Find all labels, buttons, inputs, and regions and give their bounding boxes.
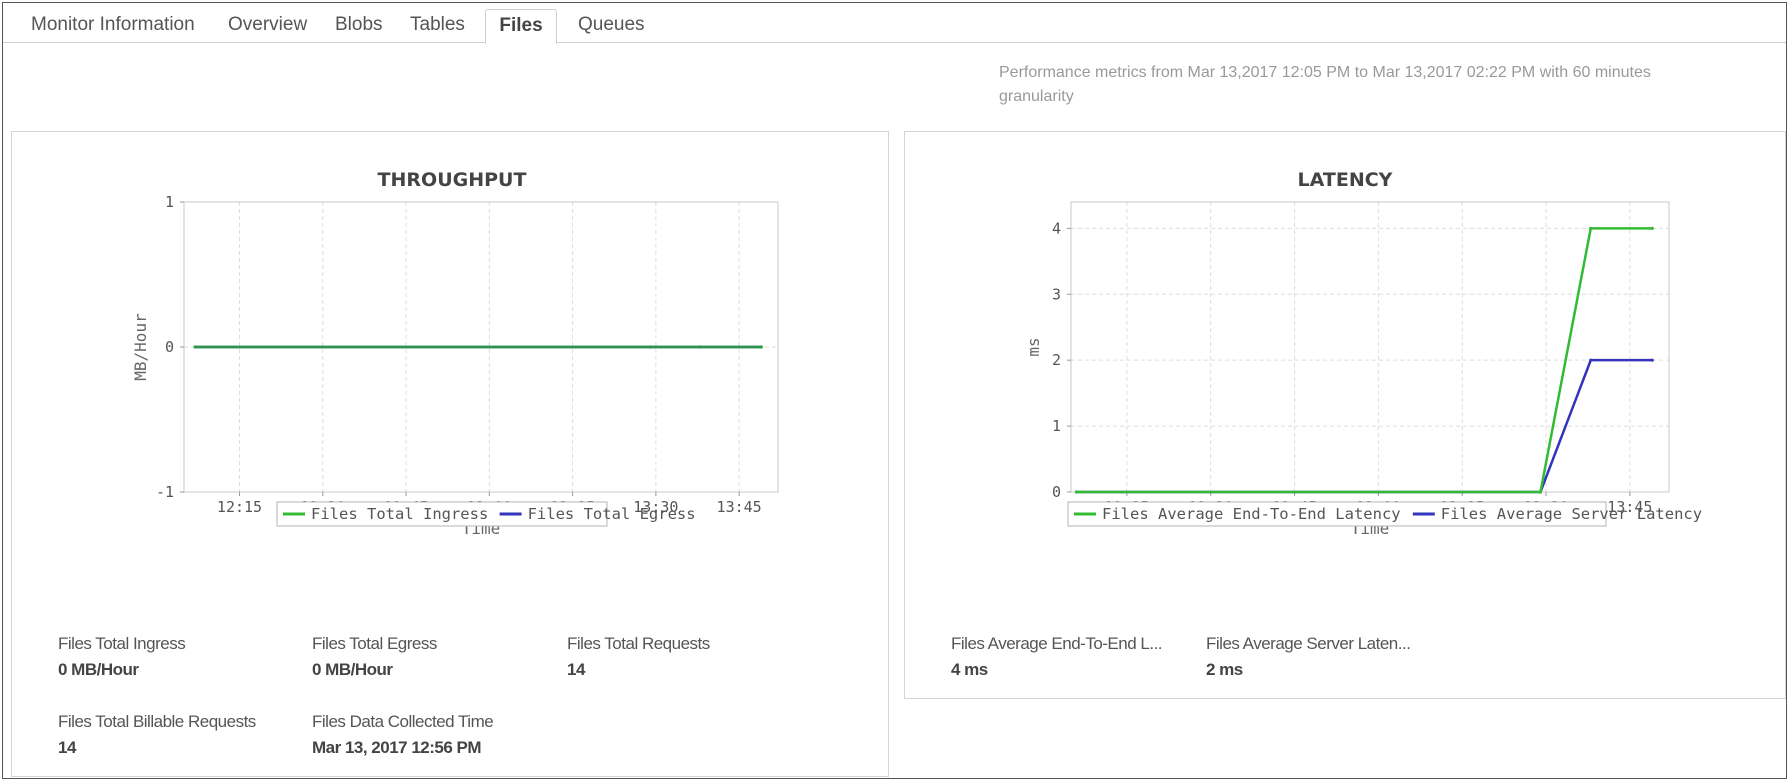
latency-chart: LATENCY 01234 12:1512:3012:4513:0013:151… — [1024, 169, 1702, 538]
throughput-y-axis-label: MB/Hour — [131, 313, 150, 381]
metric-label: Files Average Server Laten... — [1206, 634, 1411, 653]
y-tick-label: 0 — [165, 338, 174, 356]
tab-tables[interactable]: Tables — [398, 9, 477, 43]
x-tick-label: 12:15 — [217, 498, 262, 516]
legend-label: Files Average End-To-End Latency — [1102, 505, 1401, 523]
latency-y-axis-label: ms — [1024, 337, 1043, 356]
metric-value: 0 MB/Hour — [312, 660, 393, 679]
metric-label: Files Data Collected Time — [312, 712, 494, 731]
series-point — [1589, 358, 1593, 362]
metric-value: 4 ms — [951, 660, 988, 679]
latency-plot-area — [1070, 201, 1670, 493]
metric-label: Files Total Requests — [567, 634, 710, 653]
series-point — [1650, 358, 1654, 362]
tab-blobs[interactable]: Blobs — [323, 9, 395, 43]
latency-panel: LATENCY 01234 12:1512:3012:4513:0013:151… — [904, 131, 1786, 699]
legend-label: Files Total Ingress — [311, 505, 488, 523]
throughput-chart: THROUGHPUT -101 12:1512:3012:4513:0013:1… — [131, 169, 779, 538]
metric-files-average-end-to-end-latency: Files Average End-To-End L... 4 ms — [951, 634, 1163, 680]
throughput-y-ticks: -1 0 1 — [156, 193, 184, 501]
throughput-series — [193, 345, 763, 349]
metric-label: Files Total Billable Requests — [58, 712, 256, 731]
y-tick-label: 1 — [1052, 417, 1061, 435]
y-tick-label: 3 — [1052, 285, 1061, 303]
metric-value: 14 — [567, 660, 585, 679]
performance-metrics-text: Performance metrics from Mar 13,2017 12:… — [999, 64, 1651, 105]
latency-grid — [1071, 202, 1669, 493]
metric-value: 14 — [58, 738, 76, 757]
metric-label: Files Total Ingress — [58, 634, 186, 653]
legend-label: Files Total Egress — [528, 505, 696, 523]
metric-label: Files Total Egress — [312, 634, 437, 653]
metric-value: Mar 13, 2017 12:56 PM — [312, 738, 482, 757]
metric-value: 0 MB/Hour — [58, 660, 139, 679]
metric-files-data-collected-time: Files Data Collected Time Mar 13, 2017 1… — [312, 712, 494, 758]
latency-legend: Files Average End-To-End Latency Files Av… — [1067, 501, 1702, 527]
tab-queues[interactable]: Queues — [566, 9, 657, 43]
monitor-window: Monitor Information Overview Blobs Table… — [2, 2, 1787, 779]
series-point — [1589, 226, 1593, 230]
metric-value: 2 ms — [1206, 660, 1243, 679]
tab-files[interactable]: Files — [485, 9, 557, 44]
x-tick-label: 13:45 — [717, 498, 762, 516]
throughput-panel: THROUGHPUT -101 12:1512:3012:4513:0013:1… — [11, 131, 889, 777]
series-point — [1538, 490, 1543, 494]
latency-y-ticks: 0 1 2 3 4 — [1052, 219, 1071, 501]
y-tick-label: 1 — [165, 193, 174, 211]
y-tick-label: 4 — [1052, 219, 1061, 237]
metric-label: Files Average End-To-End L... — [951, 634, 1163, 653]
metric-files-total-billable-requests: Files Total Billable Requests 14 — [58, 712, 256, 758]
tab-overview[interactable]: Overview — [216, 9, 319, 43]
series-point — [1074, 490, 1079, 494]
latency-series — [1074, 226, 1654, 494]
series-point — [1650, 226, 1654, 230]
throughput-legend: Files Total Ingress Files Total Egress — [276, 501, 696, 527]
tab-bar: Monitor Information Overview Blobs Table… — [3, 3, 1786, 44]
legend-label: Files Average Server Latency — [1441, 505, 1702, 523]
metric-files-average-server-latency: Files Average Server Laten... 2 ms — [1206, 634, 1411, 680]
throughput-chart-title: THROUGHPUT — [378, 169, 527, 191]
y-tick-label: -1 — [156, 483, 174, 501]
metric-files-total-ingress: Files Total Ingress 0 MB/Hour — [58, 634, 186, 680]
tab-monitor-information[interactable]: Monitor Information — [19, 9, 207, 43]
y-tick-label: 2 — [1052, 351, 1061, 369]
latency-chart-title: LATENCY — [1298, 169, 1393, 191]
y-tick-label: 0 — [1052, 483, 1061, 501]
metric-files-total-requests: Files Total Requests 14 — [567, 634, 710, 680]
metric-files-total-egress: Files Total Egress 0 MB/Hour — [312, 634, 437, 680]
